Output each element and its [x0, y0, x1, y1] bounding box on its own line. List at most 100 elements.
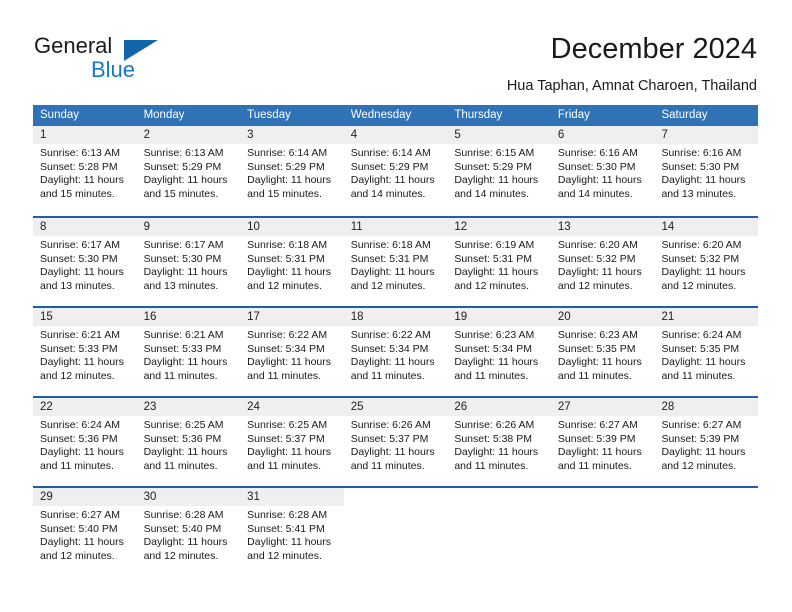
- calendar-day-cell[interactable]: 6 Sunrise: 6:16 AM Sunset: 5:30 PM Daylight…: [550, 126, 655, 216]
- calendar-day-cell[interactable]: 19 Sunrise: 6:23 AM Sunset: 5:34 PM Dayligh…: [447, 308, 551, 396]
- calendar-day-cell[interactable]: 9 Sunrise: 6:17 AM Sunset: 5:30 PM Daylight…: [136, 218, 241, 306]
- sunset-text: Sunset: 5:35 PM: [661, 342, 740, 355]
- day-number: 5: [447, 126, 551, 144]
- sunrise-text: Sunrise: 6:27 AM: [557, 419, 638, 431]
- day-details: Sunrise: 6:17 AM Sunset: 5:30 PM Daylight:…: [137, 236, 241, 293]
- daylight-text-line1: Daylight: 11 hours: [247, 536, 332, 549]
- calendar-day-cell[interactable]: 27 Sunrise: 6:27 AM Sunset: 5:39 PM Dayligh…: [550, 398, 655, 486]
- calendar-empty-cell: [447, 488, 551, 576]
- sunset-text: Sunset: 5:32 PM: [557, 252, 636, 265]
- calendar-day-cell[interactable]: 31 Sunrise: 6:28 AM Sunset: 5:41 PM Dayligh…: [240, 488, 344, 576]
- sunset-text: Sunset: 5:36 PM: [143, 432, 222, 445]
- day-number: 1: [33, 126, 137, 144]
- daylight-text-line1: Daylight: 11 hours: [247, 266, 332, 279]
- day-details: Sunrise: 6:27 AM Sunset: 5:40 PM Daylight:…: [33, 506, 137, 563]
- day-details: Sunrise: 6:28 AM Sunset: 5:40 PM Daylight:…: [137, 506, 241, 563]
- calendar-day-cell[interactable]: 14 Sunrise: 6:20 AM Sunset: 5:32 PM Dayligh…: [654, 218, 759, 306]
- calendar-day-cell[interactable]: 15 Sunrise: 6:21 AM Sunset: 5:33 PM Dayligh…: [33, 308, 137, 396]
- calendar-day-cell[interactable]: 4 Sunrise: 6:14 AM Sunset: 5:29 PM Daylight…: [343, 126, 448, 216]
- day-number: 16: [136, 308, 241, 326]
- sunrise-text: Sunrise: 6:19 AM: [454, 239, 535, 251]
- page-subtitle: Hua Taphan, Amnat Charoen, Thailand: [506, 78, 757, 94]
- calendar-day-cell[interactable]: 12 Sunrise: 6:19 AM Sunset: 5:31 PM Dayligh…: [447, 218, 551, 306]
- calendar-page: General Blue December 2024 Hua Taphan, A…: [0, 0, 792, 612]
- daylight-text-line1: Daylight: 11 hours: [661, 446, 746, 459]
- day-number: [447, 488, 551, 506]
- sunset-text: Sunset: 5:34 PM: [247, 342, 325, 355]
- sunrise-text: Sunrise: 6:18 AM: [350, 239, 431, 251]
- calendar-day-cell[interactable]: 1 Sunrise: 6:13 AM Sunset: 5:28 PM Daylight…: [33, 126, 137, 216]
- day-number: 23: [136, 398, 241, 416]
- calendar-day-cell[interactable]: 5 Sunrise: 6:15 AM Sunset: 5:29 PM Daylight…: [447, 126, 551, 216]
- weekday-header-friday: Friday: [557, 109, 590, 121]
- day-details: Sunrise: 6:13 AM Sunset: 5:29 PM Daylight:…: [137, 144, 241, 201]
- day-details: Sunrise: 6:21 AM Sunset: 5:33 PM Daylight:…: [33, 326, 137, 383]
- sunrise-text: Sunrise: 6:13 AM: [40, 147, 120, 159]
- sunset-text: Sunset: 5:38 PM: [454, 432, 532, 445]
- calendar-day-cell[interactable]: 30 Sunrise: 6:28 AM Sunset: 5:40 PM Dayligh…: [136, 488, 241, 576]
- sunrise-text: Sunrise: 6:26 AM: [350, 419, 431, 431]
- calendar-day-cell[interactable]: 11 Sunrise: 6:18 AM Sunset: 5:31 PM Dayligh…: [343, 218, 448, 306]
- day-details: Sunrise: 6:17 AM Sunset: 5:30 PM Daylight:…: [33, 236, 137, 293]
- sunrise-text: Sunrise: 6:22 AM: [247, 329, 328, 341]
- daylight-text-line2: and 11 minutes.: [143, 369, 218, 382]
- calendar-empty-cell: [654, 488, 759, 576]
- page-title: December 2024: [550, 33, 757, 65]
- calendar-day-cell[interactable]: 25 Sunrise: 6:26 AM Sunset: 5:37 PM Dayligh…: [343, 398, 448, 486]
- daylight-text-line2: and 12 minutes.: [247, 549, 322, 562]
- calendar-day-cell[interactable]: 2 Sunrise: 6:13 AM Sunset: 5:29 PM Daylight…: [136, 126, 241, 216]
- sunrise-text: Sunrise: 6:17 AM: [40, 239, 120, 251]
- daylight-text-line1: Daylight: 11 hours: [247, 446, 332, 459]
- daylight-text-line2: and 12 minutes.: [40, 369, 115, 382]
- calendar-day-cell[interactable]: 29 Sunrise: 6:27 AM Sunset: 5:40 PM Dayligh…: [33, 488, 137, 576]
- calendar-day-cell[interactable]: 7 Sunrise: 6:16 AM Sunset: 5:30 PM Daylight…: [654, 126, 759, 216]
- day-details: Sunrise: 6:27 AM Sunset: 5:39 PM Daylight:…: [551, 416, 655, 473]
- daylight-text-line2: and 14 minutes.: [557, 187, 633, 200]
- day-number: 18: [343, 308, 448, 326]
- calendar-day-cell[interactable]: 17 Sunrise: 6:22 AM Sunset: 5:34 PM Dayligh…: [240, 308, 344, 396]
- day-details: Sunrise: 6:24 AM Sunset: 5:36 PM Daylight:…: [33, 416, 137, 473]
- calendar-day-cell[interactable]: 10 Sunrise: 6:18 AM Sunset: 5:31 PM Dayligh…: [240, 218, 344, 306]
- daylight-text-line1: Daylight: 11 hours: [454, 174, 539, 187]
- calendar-day-cell[interactable]: 22 Sunrise: 6:24 AM Sunset: 5:36 PM Dayligh…: [33, 398, 137, 486]
- calendar-grid: Sunday Monday Tuesday Wednesday Thursday…: [33, 105, 759, 576]
- calendar-day-cell[interactable]: 28 Sunrise: 6:27 AM Sunset: 5:39 PM Dayligh…: [654, 398, 759, 486]
- day-number: 30: [136, 488, 241, 506]
- day-details: Sunrise: 6:16 AM Sunset: 5:30 PM Daylight:…: [654, 144, 758, 201]
- calendar-day-cell[interactable]: 3 Sunrise: 6:14 AM Sunset: 5:29 PM Daylight…: [240, 126, 344, 216]
- daylight-text-line2: and 13 minutes.: [143, 279, 219, 292]
- daylight-text-line2: and 12 minutes.: [143, 549, 219, 562]
- day-details: Sunrise: 6:21 AM Sunset: 5:33 PM Daylight:…: [137, 326, 241, 383]
- brand-logo[interactable]: General Blue: [34, 33, 174, 85]
- sunset-text: Sunset: 5:41 PM: [247, 522, 325, 535]
- sunrise-text: Sunrise: 6:26 AM: [454, 419, 535, 431]
- calendar-day-cell[interactable]: 13 Sunrise: 6:20 AM Sunset: 5:32 PM Dayligh…: [550, 218, 655, 306]
- daylight-text-line1: Daylight: 11 hours: [40, 174, 124, 187]
- daylight-text-line2: and 11 minutes.: [661, 369, 736, 382]
- day-details: Sunrise: 6:13 AM Sunset: 5:28 PM Daylight:…: [33, 144, 137, 201]
- sunset-text: Sunset: 5:40 PM: [40, 522, 118, 535]
- calendar-day-cell[interactable]: 18 Sunrise: 6:22 AM Sunset: 5:34 PM Dayligh…: [343, 308, 448, 396]
- daylight-text-line1: Daylight: 11 hours: [350, 446, 435, 459]
- calendar-day-cell[interactable]: 24 Sunrise: 6:25 AM Sunset: 5:37 PM Dayligh…: [240, 398, 344, 486]
- sunset-text: Sunset: 5:40 PM: [143, 522, 222, 535]
- weekday-header-wednesday: Wednesday: [350, 109, 412, 121]
- sunset-text: Sunset: 5:29 PM: [247, 160, 325, 173]
- sunset-text: Sunset: 5:31 PM: [454, 252, 532, 265]
- daylight-text-line1: Daylight: 11 hours: [40, 536, 124, 549]
- daylight-text-line1: Daylight: 11 hours: [143, 446, 228, 459]
- day-details: Sunrise: 6:25 AM Sunset: 5:36 PM Daylight:…: [137, 416, 241, 473]
- calendar-day-cell[interactable]: 16 Sunrise: 6:21 AM Sunset: 5:33 PM Dayligh…: [136, 308, 241, 396]
- sunrise-text: Sunrise: 6:25 AM: [143, 419, 224, 431]
- calendar-day-cell[interactable]: 20 Sunrise: 6:23 AM Sunset: 5:35 PM Dayligh…: [550, 308, 655, 396]
- calendar-day-cell[interactable]: 21 Sunrise: 6:24 AM Sunset: 5:35 PM Dayligh…: [654, 308, 759, 396]
- calendar-day-cell[interactable]: 23 Sunrise: 6:25 AM Sunset: 5:36 PM Dayligh…: [136, 398, 241, 486]
- daylight-text-line1: Daylight: 11 hours: [40, 356, 124, 369]
- daylight-text-line2: and 11 minutes.: [247, 459, 322, 472]
- weekday-header-monday: Monday: [143, 109, 185, 121]
- calendar-day-cell[interactable]: 8 Sunrise: 6:17 AM Sunset: 5:30 PM Daylight…: [33, 218, 137, 306]
- day-number: 9: [136, 218, 241, 236]
- calendar-day-cell[interactable]: 26 Sunrise: 6:26 AM Sunset: 5:38 PM Dayligh…: [447, 398, 551, 486]
- weekday-header-thursday: Thursday: [454, 109, 503, 121]
- day-number: 19: [447, 308, 551, 326]
